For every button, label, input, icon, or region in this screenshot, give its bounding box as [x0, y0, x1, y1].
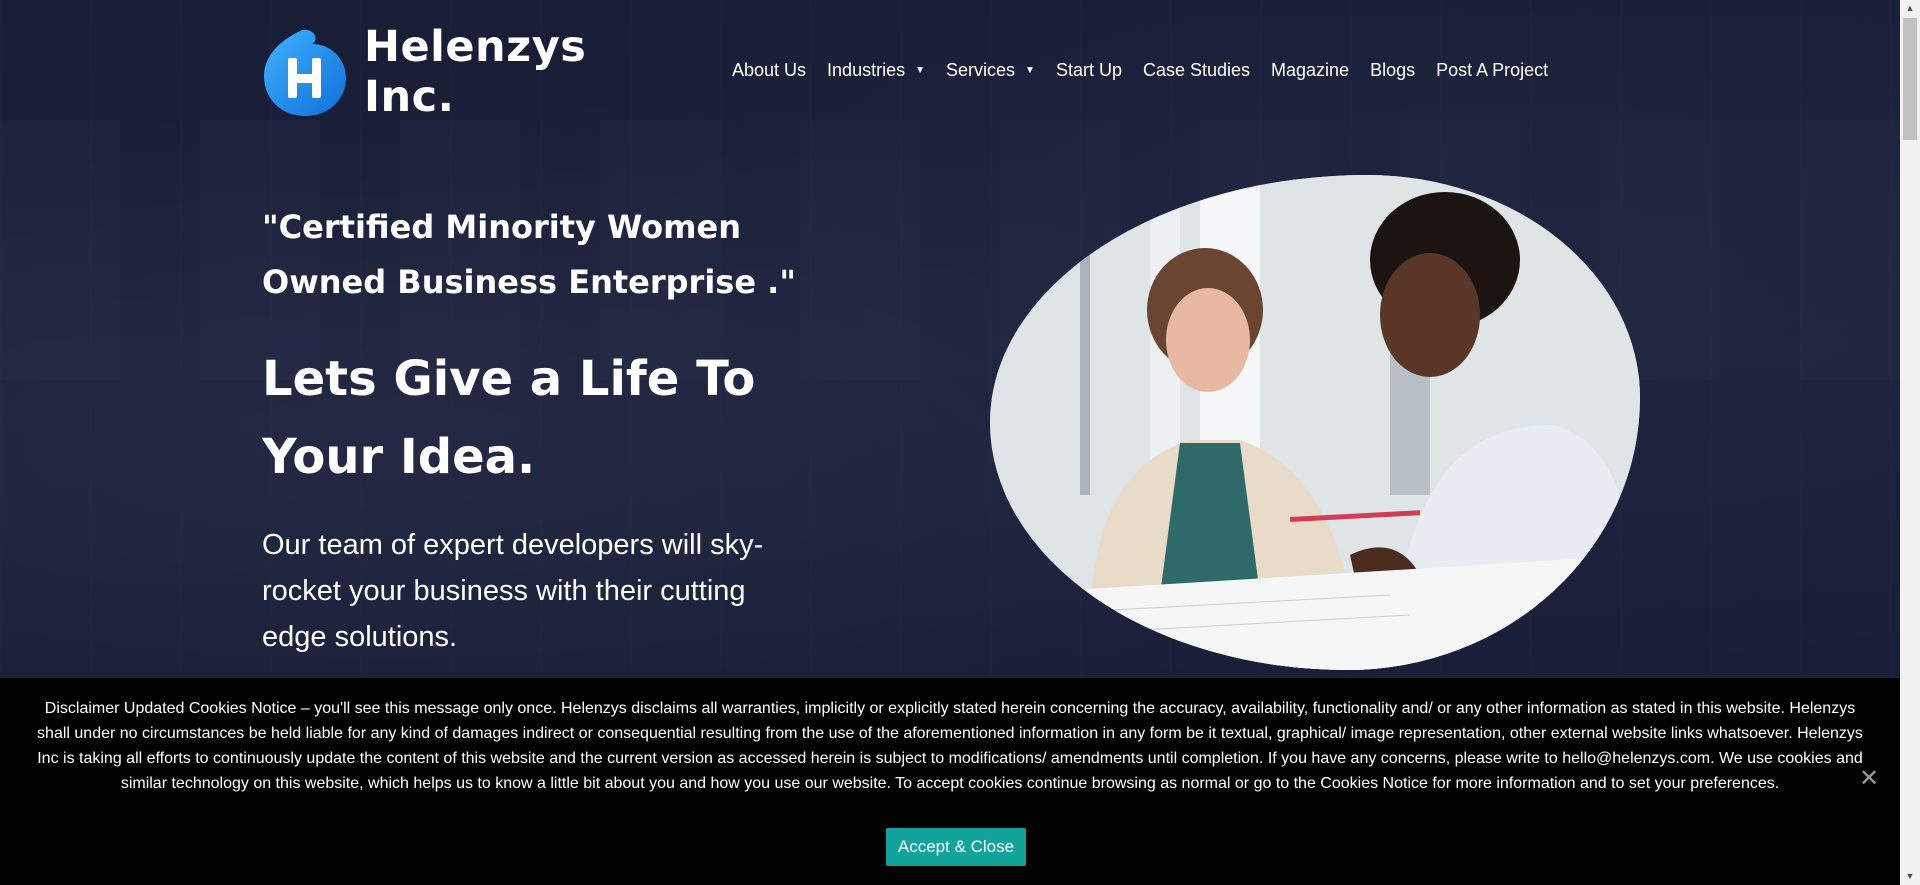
nav-item-industries[interactable]: Industries ▼: [827, 60, 925, 81]
nav-item-label: Magazine: [1271, 60, 1350, 80]
brand-name: Helenzys Inc.: [364, 22, 587, 122]
logo-mark-icon: [262, 26, 348, 118]
scroll-thumb[interactable]: [1903, 18, 1917, 140]
nav-item-label: Industries: [827, 60, 906, 80]
close-icon[interactable]: ✕: [1858, 767, 1880, 791]
caret-down-icon: ▼: [1025, 65, 1035, 76]
hero-headline: Lets Give a Life To Your Idea.: [262, 351, 756, 485]
nav-item-start-up[interactable]: Start Up: [1056, 60, 1122, 81]
nav-item-label: Case Studies: [1142, 60, 1251, 80]
nav-item-blogs[interactable]: Blogs: [1370, 60, 1415, 81]
scroll-up-arrow-icon[interactable]: ▲: [1900, 0, 1920, 17]
page-scrollbar[interactable]: ▲ ▼: [1900, 0, 1920, 885]
nav-item-label: Post A Project: [1436, 60, 1549, 80]
nav-item-label: Services: [946, 60, 1016, 80]
caret-down-icon: ▼: [915, 65, 925, 76]
accept-close-button[interactable]: Accept & Close: [886, 828, 1026, 866]
cookie-banner: Disclaimer Updated Cookies Notice – you'…: [0, 678, 1900, 885]
nav-item-label: About Us: [732, 60, 807, 80]
cookie-notice-text: Disclaimer Updated Cookies Notice – you'…: [37, 700, 1863, 792]
nav-item-about-us[interactable]: About Us: [732, 60, 806, 81]
nav-item-label: Start Up: [1055, 60, 1122, 80]
nav-item-case-studies[interactable]: Case Studies: [1143, 60, 1250, 81]
nav-item-magazine[interactable]: Magazine: [1271, 60, 1349, 81]
nav-item-label: Blogs: [1370, 60, 1416, 80]
hero-subtext: Our team of expert developers will sky-r…: [262, 529, 764, 653]
nav-item-post-a-project[interactable]: Post A Project: [1436, 60, 1548, 81]
main-nav: About Us Industries ▼ Services ▼ Start U…: [732, 60, 1569, 81]
site-header: Helenzys Inc. About Us Industries ▼ Serv…: [262, 22, 1562, 122]
nav-item-services[interactable]: Services ▼: [946, 60, 1035, 81]
scroll-down-arrow-icon[interactable]: ▼: [1900, 868, 1920, 885]
hero-tagline: "Certified Minority Women Owned Business…: [262, 208, 796, 301]
logo[interactable]: Helenzys Inc.: [262, 22, 662, 122]
